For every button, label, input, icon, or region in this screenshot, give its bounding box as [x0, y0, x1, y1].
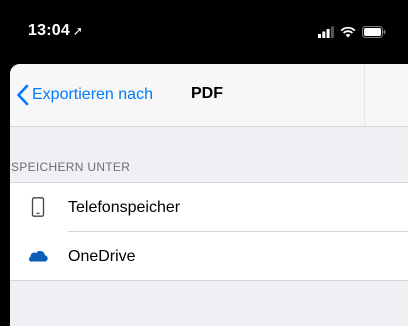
cellular-signal-icon [318, 26, 334, 38]
chevron-left-icon [17, 84, 29, 106]
navigation-bar: Exportieren nach PDF [10, 64, 408, 127]
section-header: SPEICHERN UNTER [11, 160, 131, 174]
battery-icon [362, 26, 386, 38]
export-sheet: Exportieren nach PDF SPEICHERN UNTER Tel… [10, 64, 408, 326]
status-time: 13:04 ➚ [28, 22, 83, 40]
location-arrow-icon: ➚ [72, 24, 84, 38]
clock-time: 13:04 [28, 22, 70, 39]
nav-divider [364, 64, 365, 126]
back-button-label: Exportieren nach [32, 86, 153, 103]
list-item-label: OneDrive [68, 248, 136, 265]
save-location-list: Telefonspeicher OneDrive [10, 182, 408, 281]
list-item-onedrive[interactable]: OneDrive [10, 232, 408, 280]
status-icons [318, 24, 386, 38]
back-button[interactable]: Exportieren nach [16, 84, 153, 106]
phone-icon [31, 197, 45, 217]
cloud-icon [28, 250, 48, 262]
wifi-icon [340, 26, 356, 38]
status-bar: 13:04 ➚ [0, 0, 408, 64]
page-title: PDF [191, 85, 223, 102]
list-item-phone-storage[interactable]: Telefonspeicher [10, 183, 408, 232]
list-item-label: Telefonspeicher [68, 199, 181, 216]
